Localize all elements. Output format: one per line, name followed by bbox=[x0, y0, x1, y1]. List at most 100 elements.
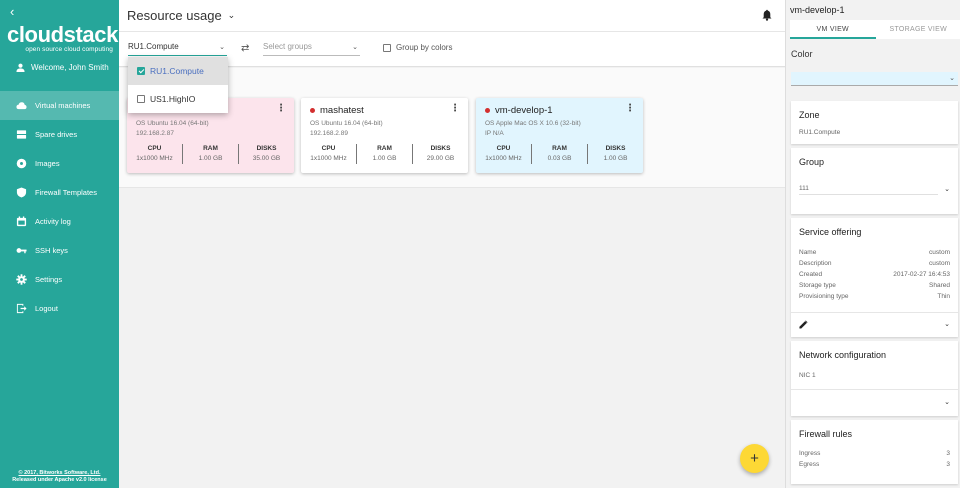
sidebar-nav: Virtual machines Spare drives Images Fir… bbox=[0, 91, 119, 323]
swap-icon[interactable]: ⇄ bbox=[241, 43, 249, 54]
details-title: vm-develop-1 bbox=[790, 5, 845, 15]
stat-value: 1x1000 MHz bbox=[136, 155, 173, 162]
sidebar-item-label: Virtual machines bbox=[35, 101, 91, 110]
sidebar-item-label: Settings bbox=[35, 275, 63, 284]
service-key: Storage type bbox=[799, 282, 836, 289]
stat-label: CPU bbox=[147, 145, 162, 152]
sidebar-item-spare-drives[interactable]: Spare drives bbox=[0, 120, 119, 149]
sidebar-item-virtual-machines[interactable]: Virtual machines bbox=[0, 91, 119, 120]
stat-value: 29.00 GB bbox=[426, 155, 455, 162]
stat-ram: RAM 1.00 GB bbox=[356, 144, 412, 164]
gear-icon bbox=[16, 274, 27, 285]
service-value: Thin bbox=[937, 293, 950, 300]
more-icon[interactable]: ⋮ bbox=[450, 104, 460, 114]
group-by-colors-checkbox[interactable]: Group by colors bbox=[383, 43, 452, 52]
sidebar-item-activity-log[interactable]: Activity log bbox=[0, 207, 119, 236]
color-select[interactable]: ⌄ bbox=[791, 72, 958, 86]
vm-ip: 192.168.2.89 bbox=[310, 130, 348, 137]
vm-stats: CPU 1x1000 MHz RAM 0.03 GB DISKS 1.00 GB bbox=[476, 144, 643, 164]
page-title[interactable]: Resource usage ⌄ bbox=[127, 8, 235, 23]
color-label: Color bbox=[791, 49, 813, 59]
add-button[interactable]: + bbox=[740, 444, 769, 473]
stat-label: DISKS bbox=[605, 145, 626, 152]
user-icon bbox=[16, 63, 25, 72]
stat-value: 1.00 GB bbox=[372, 155, 397, 162]
page-title-label: Resource usage bbox=[127, 8, 222, 23]
footer-copyright[interactable]: © 2017, Bitworks Software, Ltd. bbox=[4, 470, 115, 477]
chevron-down-icon: ⌄ bbox=[352, 44, 358, 51]
stat-cpu: CPU 1x1000 MHz bbox=[476, 144, 531, 164]
sidebar-item-logout[interactable]: Logout bbox=[0, 294, 119, 323]
groups-select[interactable]: Select groups ⌄ bbox=[263, 42, 360, 56]
zone-card-value: RU1.Compute bbox=[799, 129, 841, 136]
sidebar-item-firewall-templates[interactable]: Firewall Templates bbox=[0, 178, 119, 207]
back-icon[interactable]: ‹ bbox=[10, 5, 14, 19]
vm-name: mashatest bbox=[310, 105, 364, 116]
more-icon[interactable]: ⋮ bbox=[625, 104, 635, 114]
sidebar: ‹ cloudstack open source cloud computing… bbox=[0, 0, 119, 488]
stat-label: DISKS bbox=[430, 145, 451, 152]
status-dot-icon bbox=[310, 108, 315, 113]
chevron-down-icon[interactable]: ⌄ bbox=[944, 185, 950, 193]
service-key: Provisioning type bbox=[799, 293, 849, 300]
tab-storage-view[interactable]: STORAGE VIEW bbox=[876, 20, 960, 39]
firewall-key: Egress bbox=[799, 461, 820, 468]
sidebar-item-images[interactable]: Images bbox=[0, 149, 119, 178]
service-key: Name bbox=[799, 249, 817, 256]
calendar-icon bbox=[16, 216, 27, 227]
more-icon[interactable]: ⋮ bbox=[276, 104, 286, 114]
service-value: Shared bbox=[929, 282, 950, 289]
status-dot-icon bbox=[485, 108, 490, 113]
zone-option-label: US1.HighIO bbox=[150, 94, 196, 104]
firewall-value: 3 bbox=[946, 450, 950, 457]
stat-disks: DISKS 35.00 GB bbox=[238, 144, 294, 164]
zone-option-us1-highio[interactable]: US1.HighIO bbox=[128, 85, 228, 113]
stat-value: 0.03 GB bbox=[547, 155, 572, 162]
bell-icon[interactable] bbox=[761, 9, 773, 21]
stat-label: CPU bbox=[496, 145, 511, 152]
zone-option-ru1-compute[interactable]: RU1.Compute bbox=[128, 57, 228, 85]
chevron-down-icon: ⌄ bbox=[227, 10, 236, 20]
user-greeting[interactable]: Welcome, John Smith bbox=[16, 63, 109, 72]
chevron-down-icon[interactable]: ⌄ bbox=[944, 320, 950, 328]
logo-text: cloudstack bbox=[7, 22, 118, 47]
sidebar-item-label: Firewall Templates bbox=[35, 188, 97, 197]
sidebar-item-label: Logout bbox=[35, 304, 58, 313]
service-key: Created bbox=[799, 271, 823, 278]
service-offering-title: Service offering bbox=[799, 227, 862, 237]
service-value: custom bbox=[929, 249, 950, 256]
shield-icon bbox=[16, 187, 27, 198]
vm-name-label: mashatest bbox=[320, 105, 364, 116]
details-panel: vm-develop-1 VM VIEW STORAGE VIEW Color … bbox=[785, 0, 960, 488]
vm-name: vm-develop-1 bbox=[485, 105, 553, 116]
sidebar-footer: © 2017, Bitworks Software, Ltd. Released… bbox=[4, 470, 115, 484]
groups-select-placeholder: Select groups bbox=[263, 42, 312, 51]
service-row: Description custom bbox=[799, 260, 950, 267]
group-by-colors-label: Group by colors bbox=[396, 43, 453, 52]
firewall-key: Ingress bbox=[799, 450, 821, 457]
sidebar-item-ssh-keys[interactable]: SSH keys bbox=[0, 236, 119, 265]
service-row: Name custom bbox=[799, 249, 950, 256]
chevron-down-icon[interactable]: ⌄ bbox=[944, 398, 950, 406]
service-row: Provisioning type Thin bbox=[799, 293, 950, 300]
zone-card: Zone RU1.Compute bbox=[791, 101, 958, 144]
sidebar-item-settings[interactable]: Settings bbox=[0, 265, 119, 294]
vm-card-mashatest[interactable]: mashatest ⋮ OS Ubuntu 16.04 (64-bit) 192… bbox=[301, 98, 468, 173]
plus-icon: + bbox=[750, 450, 759, 467]
group-select[interactable]: 111 bbox=[799, 185, 938, 195]
stat-label: DISKS bbox=[256, 145, 277, 152]
service-row: Storage type Shared bbox=[799, 282, 950, 289]
divider bbox=[791, 389, 958, 390]
stat-value: 1x1000 MHz bbox=[310, 155, 347, 162]
edit-icon[interactable] bbox=[799, 320, 808, 329]
firewall-row: Ingress 3 bbox=[799, 450, 950, 457]
vm-stats: CPU 1x1000 MHz RAM 1.00 GB DISKS 29.00 GB bbox=[301, 144, 468, 164]
vm-card-vm-develop-1[interactable]: vm-develop-1 ⋮ OS Apple Mac OS X 10.6 (3… bbox=[476, 98, 643, 173]
group-select-value: 111 bbox=[799, 185, 809, 192]
zone-select[interactable]: RU1.Compute ⌄ bbox=[128, 42, 227, 56]
vm-os: OS Ubuntu 16.04 (64-bit) bbox=[136, 120, 209, 127]
logo: cloudstack open source cloud computing bbox=[7, 22, 118, 54]
stat-value: 35.00 GB bbox=[252, 155, 281, 162]
service-value: custom bbox=[929, 260, 950, 267]
tab-vm-view[interactable]: VM VIEW bbox=[790, 20, 876, 39]
